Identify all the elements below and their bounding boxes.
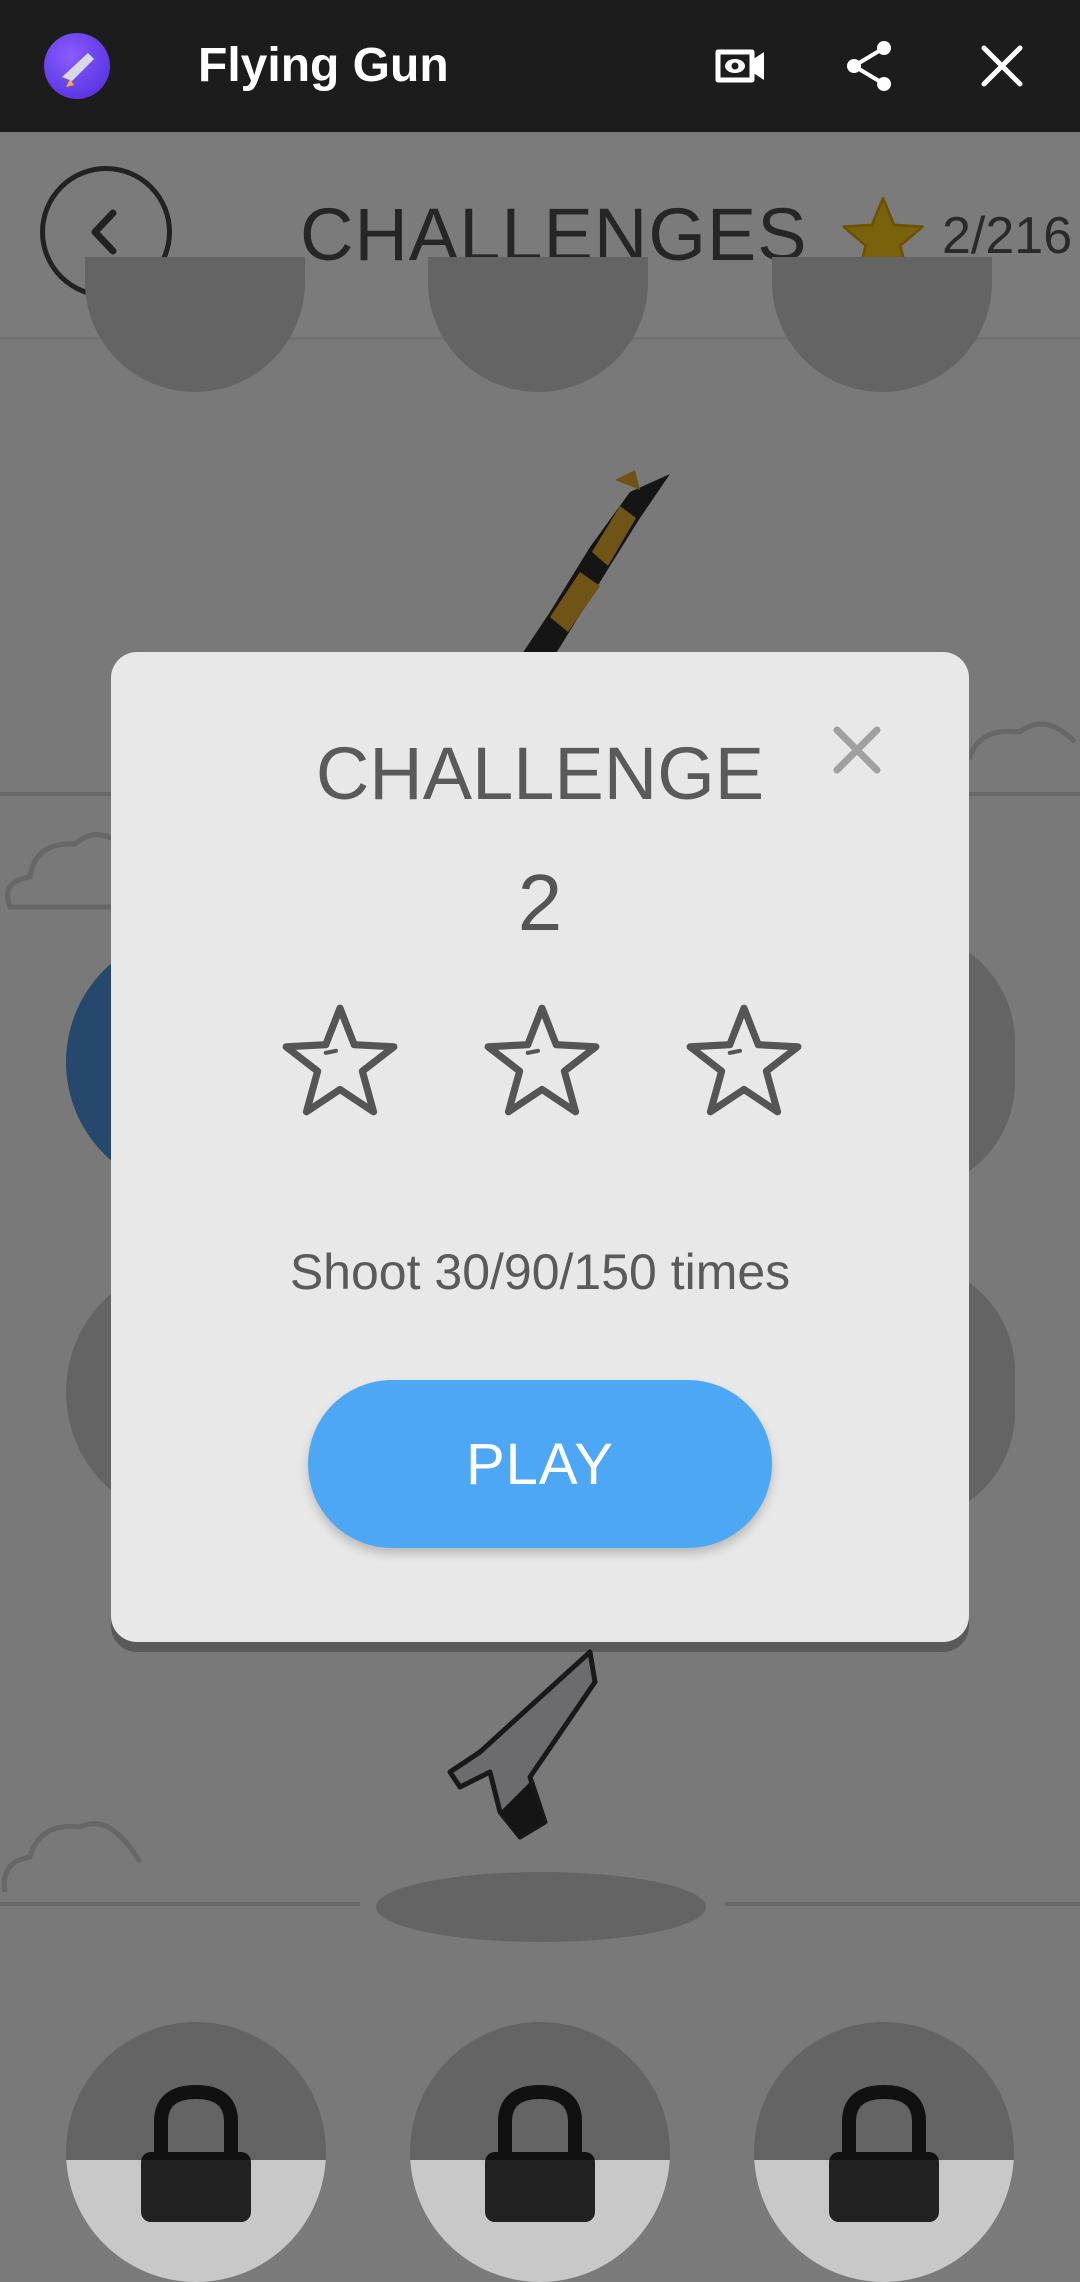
star-outline-icon (282, 1004, 398, 1116)
play-button[interactable]: PLAY (308, 1380, 772, 1548)
dialog-close-button[interactable] (829, 722, 885, 778)
challenge-description: Shoot 30/90/150 times (289, 1244, 791, 1300)
app-title: Flying Gun (198, 39, 449, 92)
star-outline-icon (484, 1004, 600, 1116)
close-icon[interactable] (974, 38, 1030, 94)
app-icon (44, 33, 110, 99)
challenge-dialog: CHALLENGE 2 Shoot 30/90/150 times PLAY (111, 652, 969, 1642)
close-icon (833, 726, 881, 774)
star-outline-icon (686, 1004, 802, 1116)
share-icon[interactable] (842, 38, 898, 94)
challenge-number: 2 (517, 858, 563, 947)
app-bar: Flying Gun (0, 0, 1080, 132)
video-icon[interactable] (712, 38, 768, 94)
